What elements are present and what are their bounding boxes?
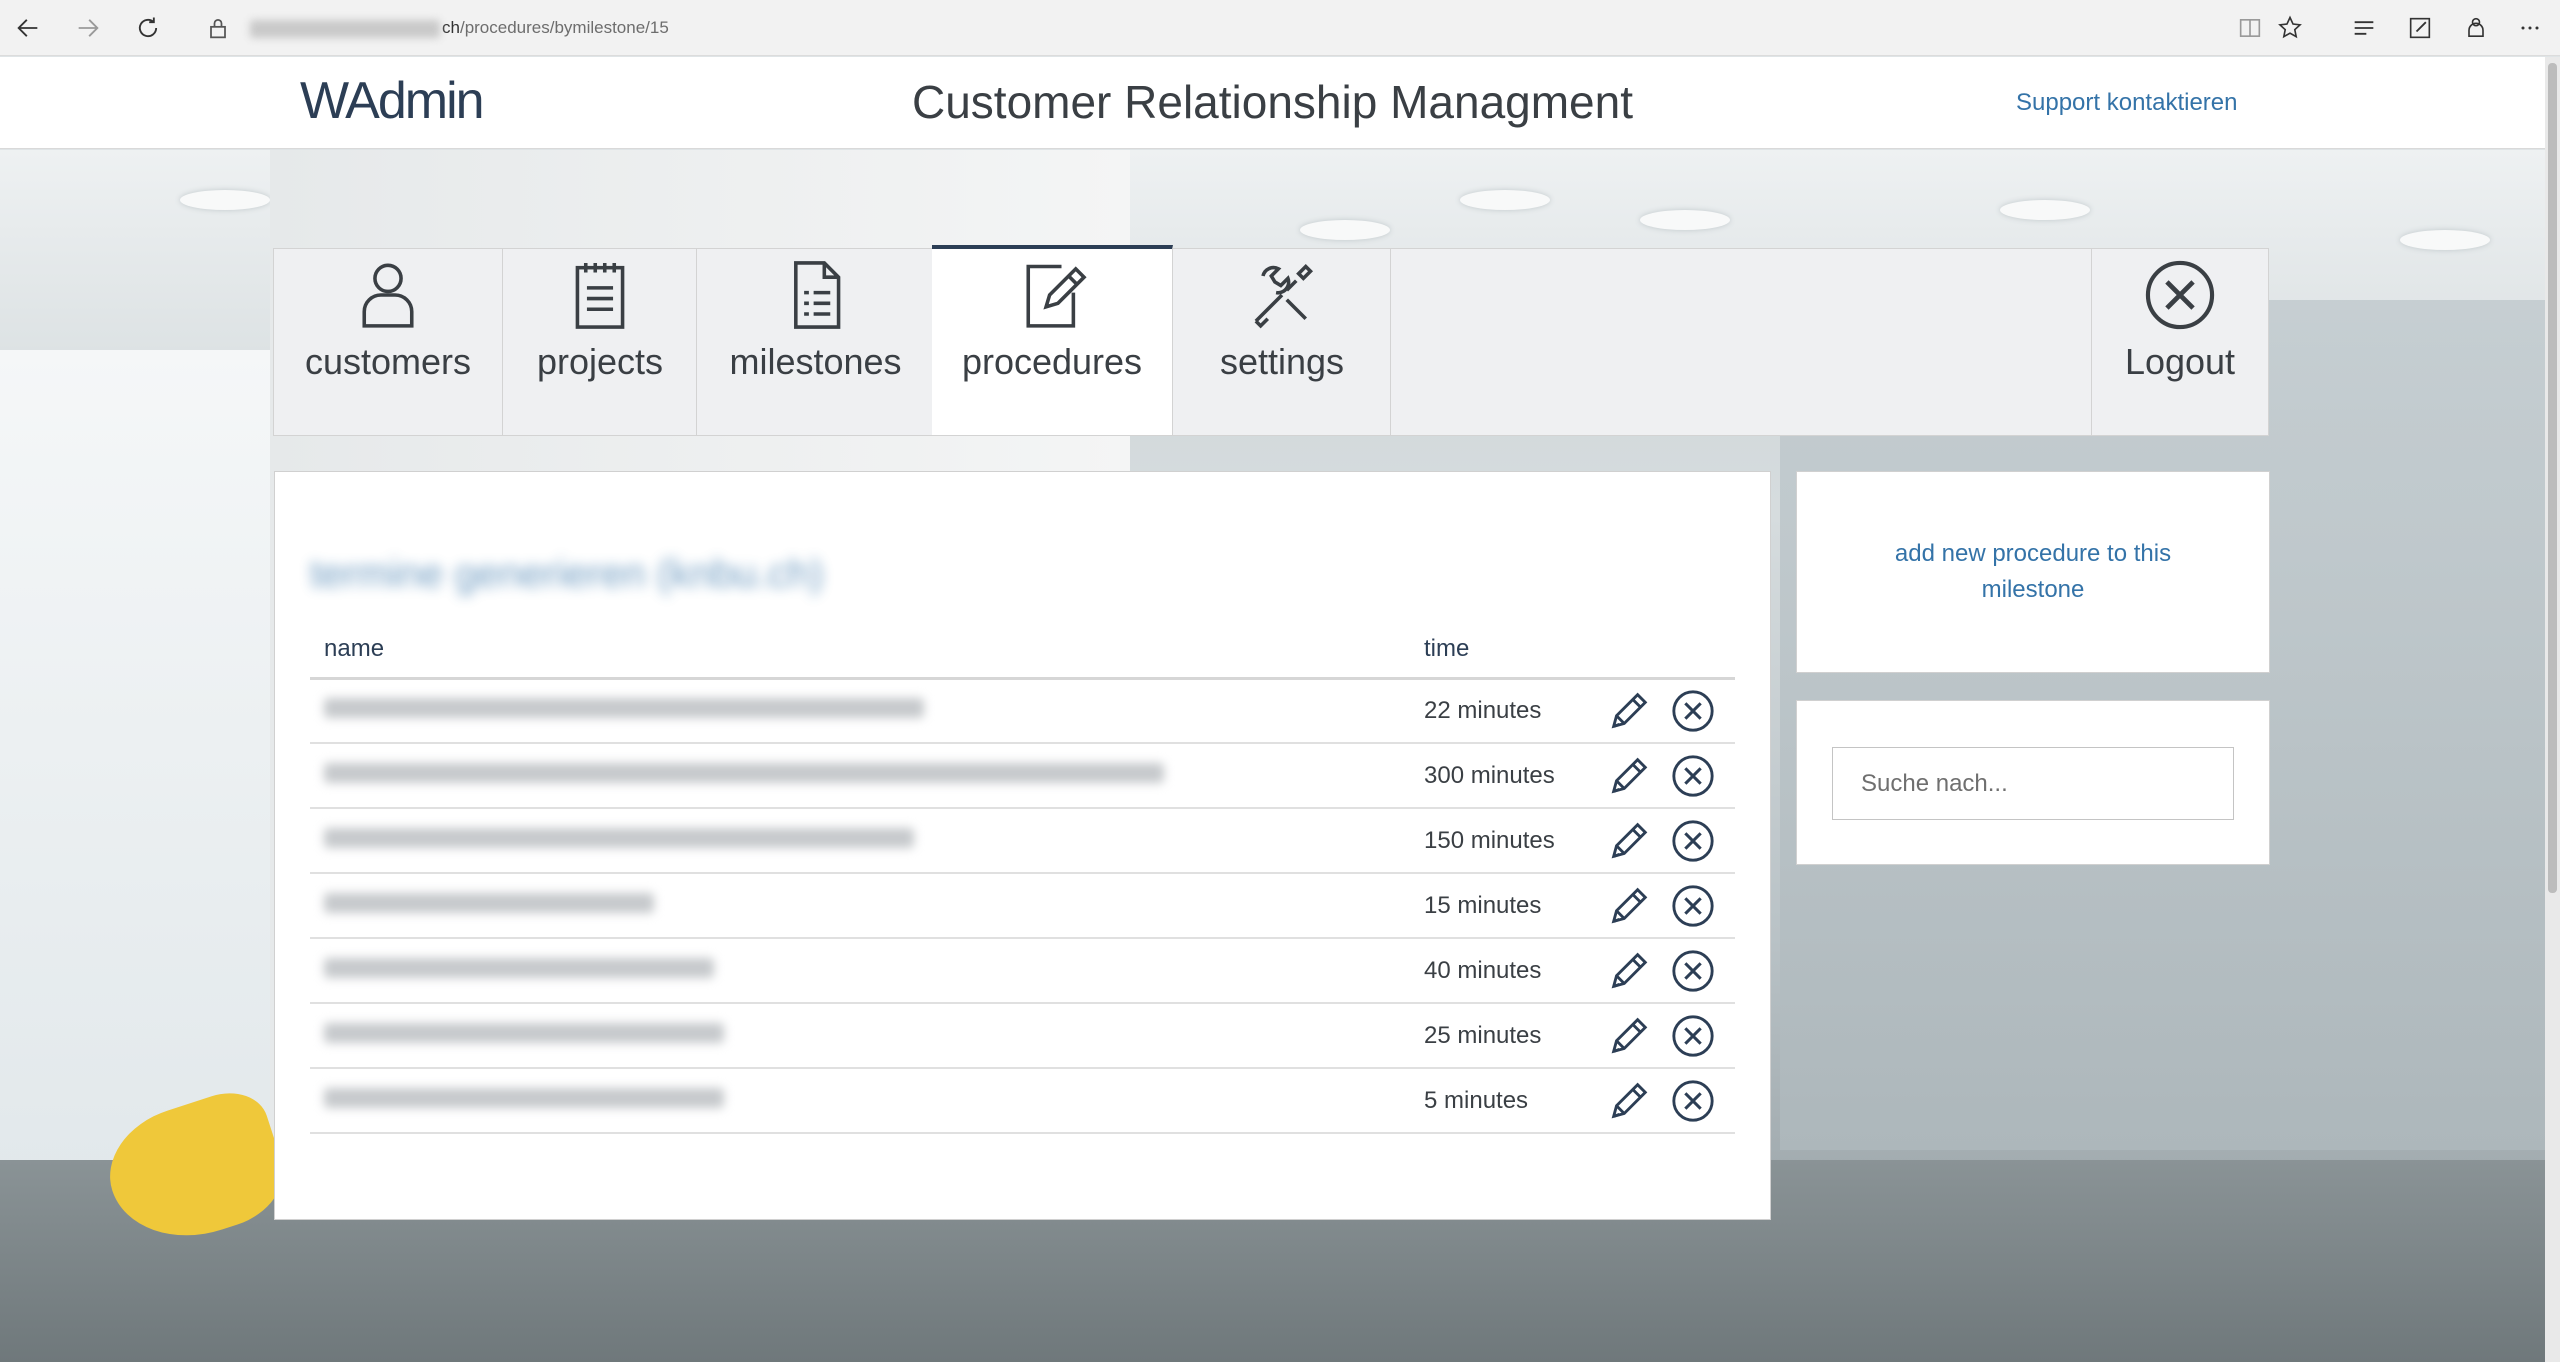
procedure-name-redacted (310, 1003, 1410, 1069)
url-path: /procedures/bymilestone/15 (459, 18, 669, 37)
table-row: 22 minutes (310, 678, 1735, 744)
share-icon[interactable] (2458, 10, 2494, 46)
nav-label-logout: Logout (2124, 341, 2236, 382)
delete-circle-icon[interactable] (1669, 817, 1717, 865)
delete-circle-icon[interactable] (1669, 1077, 1717, 1125)
add-procedure-card: add new procedure to this milestone (1796, 471, 2270, 673)
nav-tile-procedures[interactable]: procedures (932, 245, 1173, 435)
row-actions (1605, 1003, 1735, 1069)
table-row: 15 minutes (310, 873, 1735, 939)
delete-circle-icon[interactable] (1669, 687, 1717, 735)
back-icon[interactable] (10, 10, 46, 46)
delete-circle-icon[interactable] (1669, 882, 1717, 930)
procedure-time: 300 minutes (1410, 743, 1605, 809)
nav-tile-customers[interactable]: customers (274, 249, 503, 435)
column-header-name[interactable]: name (310, 622, 1410, 680)
edit-document-icon (932, 257, 1172, 337)
procedure-name-redacted (310, 678, 1410, 744)
forward-icon[interactable] (70, 10, 106, 46)
procedure-name-redacted (310, 808, 1410, 874)
procedure-time: 15 minutes (1410, 873, 1605, 939)
edit-pencil-icon[interactable] (1605, 752, 1653, 800)
nav-tile-projects[interactable]: projects (504, 249, 697, 435)
nav-label-milestones: milestones (729, 341, 902, 382)
lock-icon (200, 10, 236, 46)
nav-label-procedures: procedures (961, 341, 1143, 382)
edit-pencil-icon[interactable] (1605, 687, 1653, 735)
edit-pencil-icon[interactable] (1605, 882, 1653, 930)
redacted-text (324, 762, 1164, 783)
scrollbar-thumb[interactable] (2548, 63, 2557, 893)
table-row: 25 minutes (310, 1003, 1735, 1069)
edit-pencil-icon[interactable] (1605, 947, 1653, 995)
edit-pencil-icon[interactable] (1605, 1012, 1653, 1060)
browser-toolbar: ch/procedures/bymilestone/15 (0, 0, 2560, 56)
row-actions (1605, 873, 1735, 939)
procedure-name-redacted (310, 1068, 1410, 1134)
more-icon[interactable] (2512, 10, 2548, 46)
nav-tile-logout[interactable]: Logout (2091, 249, 2268, 435)
nav-label-settings: settings (1219, 341, 1345, 382)
row-actions (1605, 1068, 1735, 1134)
milestone-title-redacted: termine generieren (knbu.ch) (310, 552, 824, 596)
procedure-time: 25 minutes (1410, 1003, 1605, 1069)
column-header-actions (1605, 622, 1735, 680)
table-header-row: name time (310, 622, 1735, 680)
procedure-time: 40 minutes (1410, 938, 1605, 1004)
procedures-table: name time 22 minutes 300 minutes 150 minut… (310, 622, 1735, 1134)
delete-circle-icon[interactable] (1669, 947, 1717, 995)
table-row: 150 minutes (310, 808, 1735, 874)
close-circle-icon (2092, 257, 2268, 337)
add-procedure-link[interactable]: add new procedure to this milestone (1873, 536, 2193, 608)
redacted-text (324, 892, 654, 913)
page-scrollbar[interactable] (2545, 57, 2560, 1362)
procedure-time: 5 minutes (1410, 1068, 1605, 1134)
site-header: WAdmin Customer Relationship Managment S… (0, 57, 2545, 149)
url-host-suffix: ch (442, 18, 460, 37)
row-actions (1605, 808, 1735, 874)
reading-view-icon[interactable] (2232, 10, 2268, 46)
column-header-time[interactable]: time (1410, 622, 1605, 680)
row-actions (1605, 678, 1735, 744)
procedure-name-redacted (310, 873, 1410, 939)
url-host-redacted (250, 19, 440, 38)
row-actions (1605, 938, 1735, 1004)
user-icon (274, 257, 502, 337)
nav-tile-settings[interactable]: settings (1174, 249, 1391, 435)
nav-label-customers: customers (304, 341, 472, 382)
table-row: 5 minutes (310, 1068, 1735, 1134)
procedures-card: termine generieren (knbu.ch) name time 2… (274, 471, 1771, 1220)
address-bar[interactable]: ch/procedures/bymilestone/15 (250, 14, 669, 42)
procedure-name-redacted (310, 743, 1410, 809)
main-nav: customers projects milestones procedures… (273, 245, 2269, 436)
search-input[interactable] (1832, 747, 2234, 820)
procedure-time: 150 minutes (1410, 808, 1605, 874)
notepad-icon (504, 257, 696, 337)
redacted-text (324, 1022, 724, 1043)
redacted-text (324, 697, 924, 718)
delete-circle-icon[interactable] (1669, 752, 1717, 800)
delete-circle-icon[interactable] (1669, 1012, 1717, 1060)
hub-icon[interactable] (2346, 10, 2382, 46)
nav-tile-milestones[interactable]: milestones (698, 249, 934, 435)
edit-pencil-icon[interactable] (1605, 817, 1653, 865)
procedure-time: 22 minutes (1410, 678, 1605, 744)
redacted-text (324, 1087, 724, 1108)
web-note-icon[interactable] (2402, 10, 2438, 46)
nav-label-projects: projects (536, 341, 664, 382)
document-list-icon (698, 257, 933, 337)
refresh-icon[interactable] (130, 10, 166, 46)
redacted-text (324, 957, 714, 978)
tools-icon (1174, 257, 1390, 337)
favorite-star-icon[interactable] (2272, 10, 2308, 46)
search-card (1796, 700, 2270, 865)
row-actions (1605, 743, 1735, 809)
edit-pencil-icon[interactable] (1605, 1077, 1653, 1125)
table-row: 40 minutes (310, 938, 1735, 1004)
procedure-name-redacted (310, 938, 1410, 1004)
support-link[interactable]: Support kontaktieren (2016, 89, 2237, 117)
table-row: 300 minutes (310, 743, 1735, 809)
redacted-text (324, 827, 914, 848)
